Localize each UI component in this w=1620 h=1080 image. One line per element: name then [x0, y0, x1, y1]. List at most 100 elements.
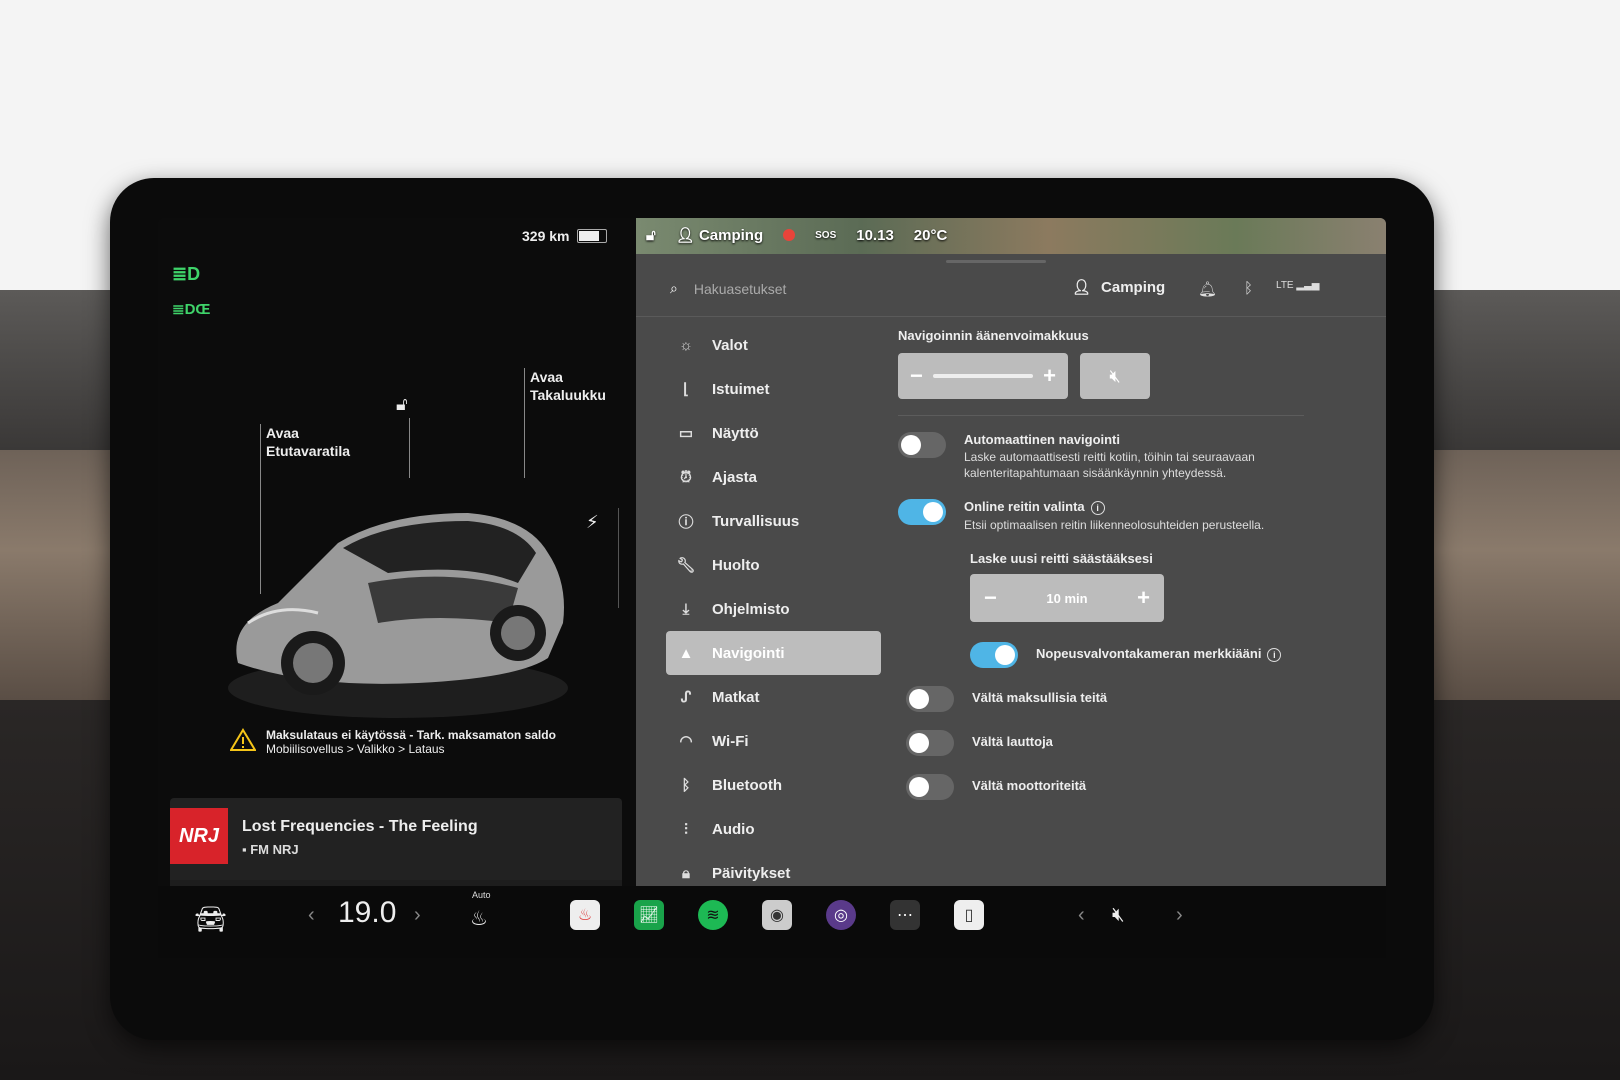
menu-item-turvallisuus[interactable]: ⓘ Turvallisuus [666, 499, 881, 543]
clock-icon: ⏰︎ [680, 468, 692, 486]
menu-item-naytto[interactable]: ▭ Näyttö [666, 411, 881, 455]
lock-icon: 🔒︎ [682, 864, 690, 882]
menu-item-ohjelmisto[interactable]: ⤓ Ohjelmisto [666, 587, 881, 631]
menu-item-wifi[interactable]: ◠ Wi-Fi [666, 719, 881, 763]
energy-app-icon[interactable]: 📈︎ [634, 900, 664, 930]
reroute-stepper[interactable]: − 10 min + [970, 574, 1164, 622]
search-placeholder: Hakuasetukset [693, 280, 787, 297]
online-routing-title-row: Online reitin valinta i [964, 499, 1284, 515]
range-value: 329 km [522, 228, 570, 244]
volume-up-button[interactable]: + [1043, 363, 1056, 389]
range-indicator: 329 km [522, 228, 608, 244]
info-icon[interactable]: i [1267, 648, 1282, 662]
auto-navigation-desc: Laske automaattisesti reitti kotiin, töi… [964, 450, 1255, 480]
speed-camera-label: Nopeusvalvontakameran merkkiääni [1036, 646, 1262, 661]
menu-item-matkat[interactable]: ᔑ Matkat [666, 675, 881, 719]
menu-label: Istuimet [712, 380, 770, 398]
avoid-ferries-toggle[interactable] [906, 730, 954, 756]
menu-label: Turvallisuus [712, 512, 800, 530]
avoid-highways-row: Vältä moottoriteitä [906, 774, 1318, 800]
bell-icon[interactable]: 🔔︎ [1198, 280, 1217, 298]
search-icon: ⌕ [670, 280, 678, 296]
lock-status-icon: 🔓︎ [646, 226, 656, 244]
spotify-icon[interactable]: ≋ [698, 900, 728, 930]
car-3d-model [228, 513, 568, 718]
reroute-value: 10 min [1046, 590, 1088, 606]
charge-port-icon[interactable]: ⚡︎ [586, 512, 599, 533]
menu-label: Ajasta [712, 468, 758, 486]
settings-panel: 🔓︎ 👤︎ Camping SOS 10.13 20°C ⌕ Hakuasetu… [636, 218, 1386, 936]
battery-icon [577, 229, 608, 243]
defrost-icon[interactable]: ♨︎ [570, 900, 600, 930]
section-divider [898, 415, 1304, 416]
reroute-increase-button[interactable]: + [1137, 585, 1150, 611]
auto-navigation-row: Automaattinen navigointi Laske automaatt… [898, 432, 1318, 481]
car-panel: 329 km ≣D ≣DŒ Avaa Etutavaratila Avaa Ta… [158, 218, 636, 936]
trips-icon: ᔑ [680, 689, 692, 706]
volume-down-chevron-icon[interactable]: ‹ [1078, 904, 1085, 927]
driver-profile-button[interactable]: 👤︎ Camping [1072, 278, 1166, 297]
unlock-icon[interactable]: 🔓︎ [396, 394, 408, 415]
display-icon: ▭ [678, 425, 694, 442]
menu-label: Valot [712, 336, 748, 354]
menu-label: Päivitykset [712, 864, 791, 882]
drawer-handle[interactable] [946, 260, 1046, 263]
menu-item-huolto[interactable]: 🔧︎ Huolto [666, 543, 881, 587]
avoid-tolls-toggle[interactable] [906, 686, 954, 712]
station-logo: NRJ [170, 808, 228, 864]
menu-item-audio[interactable]: ⫶ Audio [666, 807, 881, 851]
settings-topbar: ⌕ Hakuasetukset 👤︎ Camping 🔔︎ ᛒ LTE ▂▃▅ [636, 266, 1386, 317]
auto-navigation-toggle[interactable] [898, 432, 946, 458]
menu-item-ajasta[interactable]: ⏰︎ Ajasta [666, 455, 881, 499]
mute-button[interactable]: 🔇︎ [1080, 353, 1150, 399]
settings-search[interactable]: ⌕ Hakuasetukset [670, 280, 786, 297]
sos-icon[interactable]: SOS [815, 230, 836, 241]
avoid-highways-toggle[interactable] [906, 774, 954, 800]
open-trunk-button[interactable]: Avaa Takaluukku [530, 368, 606, 404]
navigation-icon: ▲ [678, 644, 694, 662]
bluetooth-status-icon[interactable]: ᛒ [1244, 280, 1253, 297]
seat-heater-icon[interactable]: ♨︎ [470, 906, 488, 931]
volume-mute-icon[interactable]: 🔇︎ [1112, 904, 1125, 927]
reroute-decrease-button[interactable]: − [984, 585, 997, 611]
camera-app-icon[interactable]: ◉ [762, 900, 792, 930]
open-trunk-label-1: Avaa [530, 369, 563, 385]
menu-item-valot[interactable]: ☼ Valot [666, 323, 881, 367]
car-icon[interactable]: 🚘︎ [194, 904, 227, 935]
lte-label: LTE [1276, 280, 1294, 291]
seat-heat-auto-label: Auto [472, 890, 491, 900]
download-icon: ⤓ [682, 600, 690, 618]
online-routing-title: Online reitin valinta [964, 499, 1085, 514]
avoid-ferries-row: Vältä lauttoja [906, 730, 1318, 756]
menu-label: Bluetooth [712, 776, 782, 794]
temp-down-icon[interactable]: ‹ [308, 904, 315, 927]
seat-icon: ⌊ [683, 381, 689, 398]
more-apps-icon[interactable]: ⋯ [890, 900, 920, 930]
scroll-indicator [618, 508, 619, 608]
menu-label: Matkat [712, 688, 760, 706]
online-routing-toggle[interactable] [898, 499, 946, 525]
online-routing-row: Online reitin valinta i Etsii optimaalise… [898, 499, 1318, 533]
cabin-temperature[interactable]: 19.0 [338, 896, 396, 930]
volume-up-chevron-icon[interactable]: › [1176, 904, 1183, 927]
status-profile[interactable]: 👤︎ Camping [676, 226, 763, 244]
nav-volume-slider[interactable]: − + [898, 353, 1068, 399]
speed-camera-toggle[interactable] [970, 642, 1018, 668]
volume-down-button[interactable]: − [910, 363, 923, 389]
menu-item-navigointi[interactable]: ▲ Navigointi [666, 631, 881, 675]
menu-item-bluetooth[interactable]: ᛒ Bluetooth [666, 763, 881, 807]
info-icon[interactable]: i [1090, 501, 1105, 515]
open-frunk-button[interactable]: Avaa Etutavaratila [266, 424, 350, 460]
menu-item-istuimet[interactable]: ⌊ Istuimet [666, 367, 881, 411]
toybox-app-icon[interactable]: ◎ [826, 900, 856, 930]
volume-track[interactable] [932, 374, 1034, 378]
dashcam-record-icon[interactable] [783, 229, 796, 241]
notes-app-icon[interactable]: ▯ [954, 900, 984, 930]
status-profile-label: Camping [698, 227, 764, 244]
menu-label: Wi-Fi [712, 732, 749, 750]
driver-profile-label: Camping [1101, 278, 1166, 296]
avoid-ferries-label: Vältä lauttoja [972, 734, 1053, 749]
light-icon: ☼ [679, 336, 693, 354]
speed-camera-row: Nopeusvalvontakameran merkkiääni i [970, 642, 1318, 668]
temp-up-icon[interactable]: › [414, 904, 421, 927]
